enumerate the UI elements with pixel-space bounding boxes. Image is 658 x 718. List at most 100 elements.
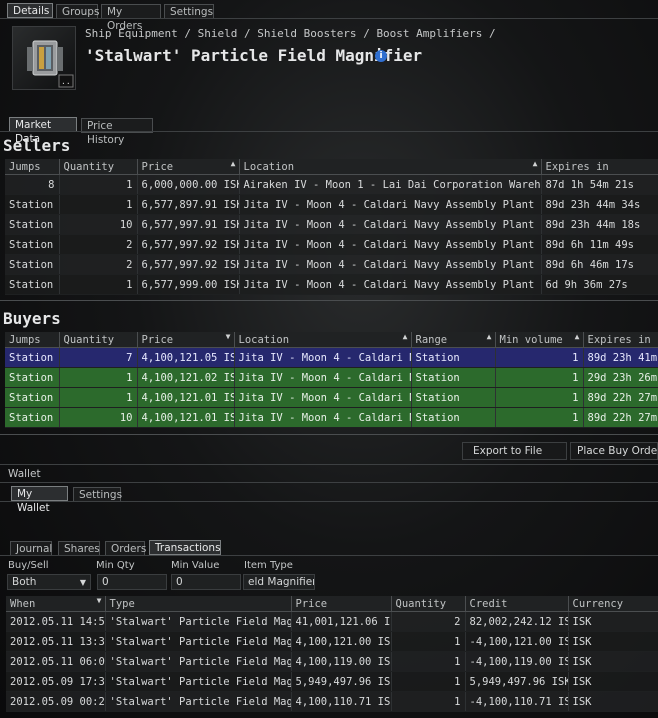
wallet-subtabs-divider: [0, 555, 658, 556]
cell-min-volume: 1: [495, 347, 584, 368]
col-price[interactable]: Price: [291, 596, 392, 612]
sort-arrow-icon: ▲: [230, 159, 236, 168]
col-expires[interactable]: Expires in: [583, 332, 658, 348]
info-icon[interactable]: i: [375, 50, 387, 62]
col-credit[interactable]: Credit: [465, 596, 569, 612]
cell-price: 4,100,110.71 ISK: [291, 691, 392, 712]
breadcrumb-boost-amplifiers[interactable]: Boost Amplifiers: [376, 27, 482, 40]
table-row[interactable]: 2012.05.09 00:27 'Stalwart' Particle Fie…: [6, 691, 658, 712]
cell-jumps: Station: [5, 214, 60, 235]
table-row[interactable]: 2012.05.11 13:34 'Stalwart' Particle Fie…: [6, 631, 658, 652]
cell-currency: ISK: [568, 651, 658, 672]
place-buy-order-button[interactable]: Place Buy Order: [570, 442, 658, 460]
cell-location: Jita IV - Moon 4 - Caldari Nav: [234, 367, 412, 388]
table-row[interactable]: 2012.05.09 17:36 'Stalwart' Particle Fie…: [6, 671, 658, 692]
cell-quantity: 1: [59, 174, 138, 195]
col-jumps[interactable]: Jumps: [5, 332, 60, 348]
tab-details[interactable]: Details: [7, 3, 53, 18]
col-when-label: When: [10, 597, 36, 610]
cell-range: Station: [411, 347, 496, 368]
tab-orders[interactable]: Orders: [105, 541, 146, 556]
tab-groups[interactable]: Groups: [56, 4, 99, 19]
table-row[interactable]: Station 1 4,100,121.02 ISK Jita IV - Moo…: [5, 367, 658, 388]
cell-type: 'Stalwart' Particle Field Magnifier: [105, 611, 292, 632]
table-row[interactable]: Station 7 4,100,121.05 ISK Jita IV - Moo…: [5, 347, 658, 368]
table-row[interactable]: Station 2 6,577,997.92 ISK Jita IV - Moo…: [5, 254, 658, 275]
table-row[interactable]: 2012.05.11 14:53 'Stalwart' Particle Fie…: [6, 611, 658, 632]
cell-currency: ISK: [568, 611, 658, 632]
breadcrumb-sep: /: [243, 27, 251, 40]
col-expires[interactable]: Expires in: [541, 159, 658, 175]
cell-location: Jita IV - Moon 4 - Caldari Navy Assembly…: [239, 214, 542, 235]
min-qty-input[interactable]: 0: [97, 574, 167, 590]
export-to-file-button[interactable]: Export to File: [462, 442, 567, 460]
cell-quantity: 1: [391, 691, 466, 712]
cell-quantity: 2: [59, 254, 138, 275]
table-row[interactable]: 2012.05.11 06:01 'Stalwart' Particle Fie…: [6, 651, 658, 672]
svg-text:..: ..: [61, 77, 71, 86]
table-row[interactable]: Station 10 4,100,121.01 ISK Jita IV - Mo…: [5, 407, 658, 428]
item-type-input[interactable]: eld Magnifier: [243, 574, 315, 590]
col-when[interactable]: When ▼: [6, 596, 106, 612]
col-currency[interactable]: Currency: [568, 596, 658, 612]
sort-arrow-icon: ▲: [532, 159, 538, 168]
tab-my-wallet[interactable]: My Wallet: [11, 486, 68, 514]
breadcrumb-shield[interactable]: Shield: [198, 27, 238, 40]
min-value-input[interactable]: 0: [171, 574, 241, 590]
col-min-volume[interactable]: Min volume ▲: [495, 332, 584, 348]
col-price-label: Price: [141, 333, 174, 346]
cell-type: 'Stalwart' Particle Field Magnifier: [105, 691, 292, 712]
col-location[interactable]: Location ▲: [239, 159, 542, 175]
tab-market-data[interactable]: Market Data: [9, 117, 77, 145]
cell-price: 6,577,997.92 ISK: [137, 254, 240, 275]
cell-location: Jita IV - Moon 4 - Caldari Nav: [234, 407, 412, 428]
col-range-label: Range: [415, 333, 448, 346]
cell-price: 5,949,497.96 ISK: [291, 671, 392, 692]
cell-expires: 89d 23h 44m 18s: [541, 214, 658, 235]
col-location[interactable]: Location ▲: [234, 332, 412, 348]
table-row[interactable]: Station 1 6,577,897.91 ISK Jita IV - Moo…: [5, 194, 658, 215]
breadcrumb-shield-boosters[interactable]: Shield Boosters: [257, 27, 356, 40]
cell-quantity: 1: [391, 671, 466, 692]
table-row[interactable]: Station 1 6,577,999.00 ISK Jita IV - Moo…: [5, 274, 658, 295]
col-type[interactable]: Type: [105, 596, 292, 612]
tab-transactions[interactable]: Transactions: [149, 540, 221, 555]
tab-shares[interactable]: Shares: [58, 541, 100, 556]
min-qty-label: Min Qty: [96, 560, 135, 571]
tab-my-orders[interactable]: My Orders: [101, 4, 161, 32]
cell-jumps: Station: [5, 367, 60, 388]
cell-price: 6,577,997.92 ISK: [137, 234, 240, 255]
cell-location: Jita IV - Moon 4 - Caldari Navy Assembly…: [239, 254, 542, 275]
col-quantity[interactable]: Quantity: [59, 332, 138, 348]
tab-wallet-settings[interactable]: Settings: [73, 487, 122, 502]
cell-location: Airaken IV - Moon 1 - Lai Dai Corporatio…: [239, 174, 542, 195]
col-price[interactable]: Price ▲: [137, 159, 240, 175]
cell-when: 2012.05.09 17:36: [6, 671, 106, 692]
table-row[interactable]: 8 1 6,000,000.00 ISK Airaken IV - Moon 1…: [5, 174, 658, 195]
cell-jumps: Station: [5, 347, 60, 368]
table-row[interactable]: Station 2 6,577,997.92 ISK Jita IV - Moo…: [5, 234, 658, 255]
col-quantity[interactable]: Quantity: [391, 596, 466, 612]
table-row[interactable]: Station 1 4,100,121.01 ISK Jita IV - Moo…: [5, 387, 658, 408]
tab-journal[interactable]: Journal: [10, 541, 52, 556]
cell-credit: -4,100,121.00 ISK: [465, 631, 569, 652]
market-bottom-divider: [0, 464, 658, 465]
col-jumps[interactable]: Jumps: [5, 159, 60, 175]
cell-expires: 87d 1h 54m 21s: [541, 174, 658, 195]
cell-min-volume: 1: [495, 367, 584, 388]
breadcrumb-sep: /: [363, 27, 370, 40]
col-range[interactable]: Range ▲: [411, 332, 496, 348]
sellers-divider: [0, 300, 658, 301]
sort-arrow-icon: ▼: [96, 596, 102, 605]
cell-quantity: 2: [59, 234, 138, 255]
col-price[interactable]: Price ▼: [137, 332, 235, 348]
table-row[interactable]: Station 10 6,577,997.91 ISK Jita IV - Mo…: [5, 214, 658, 235]
cell-location: Jita IV - Moon 4 - Caldari Navy Assembly…: [239, 194, 542, 215]
tab-settings[interactable]: Settings: [164, 4, 214, 19]
cell-jumps: Station: [5, 387, 60, 408]
breadcrumb: Ship Equipment / Shield / Shield Booster…: [85, 27, 496, 40]
buy-sell-select[interactable]: Both ▼: [7, 574, 91, 590]
cell-currency: ISK: [568, 691, 658, 712]
breadcrumb-ship-equipment[interactable]: Ship Equipment: [85, 27, 178, 40]
col-quantity[interactable]: Quantity: [59, 159, 138, 175]
